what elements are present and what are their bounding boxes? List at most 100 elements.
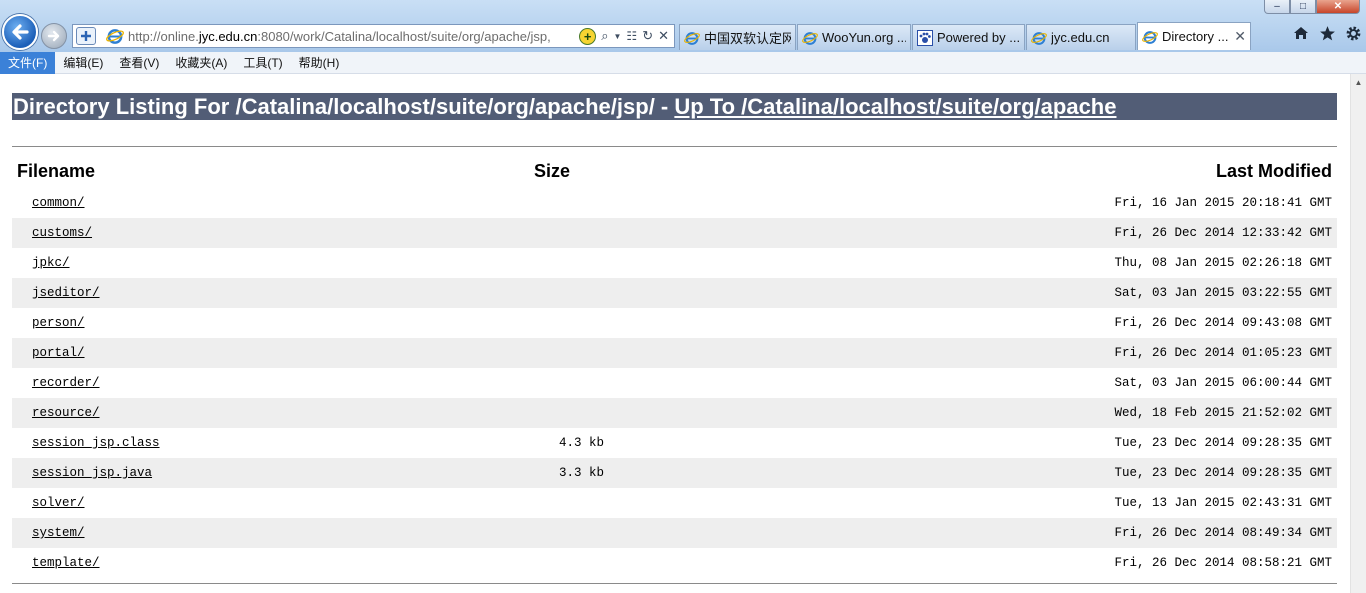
file-link[interactable]: recorder/ — [32, 376, 100, 390]
home-icon[interactable] — [1292, 24, 1310, 42]
file-link[interactable]: session_jsp.java — [32, 466, 152, 480]
last-modified-cell: Fri, 26 Dec 2014 12:33:42 GMT — [758, 218, 1337, 248]
tab-directory[interactable]: Directory ... ✕ — [1137, 22, 1251, 50]
table-row: template/Fri, 26 Dec 2014 08:58:21 GMT — [12, 548, 1337, 578]
tab-label: Directory ... — [1162, 29, 1229, 44]
last-modified-cell: Fri, 26 Dec 2014 08:58:21 GMT — [1114, 556, 1332, 570]
last-modified-cell: Wed, 18 Feb 2015 21:52:02 GMT — [758, 398, 1337, 428]
table-row: solver/Tue, 13 Jan 2015 02:43:31 GMT — [12, 488, 1337, 518]
last-modified-cell: Fri, 26 Dec 2014 09:43:08 GMT — [1114, 316, 1332, 330]
tab-powered-by[interactable]: Powered by ... — [912, 24, 1025, 50]
search-icon[interactable]: ⌕ — [601, 28, 608, 44]
tab-label: Powered by ... — [937, 30, 1020, 45]
plugin-icon[interactable]: + — [579, 27, 597, 45]
table-row: customs/Fri, 26 Dec 2014 12:33:42 GMT — [12, 218, 1337, 248]
size-cell — [512, 548, 759, 578]
column-size: Size — [534, 160, 571, 181]
file-link[interactable]: customs/ — [32, 226, 92, 240]
toolbar-right-icons — [1292, 24, 1362, 42]
divider-top — [12, 146, 1337, 147]
filename-cell: solver/ — [12, 488, 512, 518]
menu-favorites[interactable]: 收藏夹(A) — [167, 52, 235, 74]
up-to-parent-link[interactable]: Up To /Catalina/localhost/suite/org/apac… — [674, 94, 1116, 119]
close-window-button[interactable]: ✕ — [1316, 0, 1360, 14]
menu-help[interactable]: 帮助(H) — [291, 52, 348, 74]
compat-view-icon[interactable]: ☷ — [626, 29, 637, 43]
size-cell — [512, 188, 759, 218]
scroll-up-icon[interactable]: ▲ — [1351, 74, 1366, 90]
file-link[interactable]: jseditor/ — [32, 286, 100, 300]
page-title: Directory Listing For /Catalina/localhos… — [12, 93, 1337, 120]
file-link[interactable]: session_jsp.class — [32, 436, 160, 450]
tab-jyc[interactable]: jyc.edu.cn — [1026, 24, 1136, 50]
file-link[interactable]: portal/ — [32, 346, 85, 360]
size-cell — [512, 488, 759, 518]
size-cell — [512, 368, 759, 398]
forward-button[interactable] — [41, 23, 67, 49]
filename-cell: jpkc/ — [12, 248, 512, 278]
address-bar[interactable]: http://online.jyc.edu.cn:8080/work/Catal… — [72, 24, 675, 48]
tab-strip: 中国双软认定网 WooYun.org ... Powered by ... jy… — [679, 22, 1252, 50]
browser-chrome: – □ ✕ http://online.jyc.edu.cn:8080/work… — [0, 0, 1366, 52]
dropdown-arrow-icon[interactable]: ▼ — [614, 32, 622, 41]
file-link[interactable]: resource/ — [32, 406, 100, 420]
column-filename: Filename — [17, 160, 96, 181]
menu-file[interactable]: 文件(F) — [0, 51, 56, 74]
last-modified-cell: Fri, 16 Jan 2015 20:18:41 GMT — [1114, 196, 1332, 210]
table-row: jpkc/Thu, 08 Jan 2015 02:26:18 GMT — [12, 248, 1337, 278]
table-row: recorder/Sat, 03 Jan 2015 06:00:44 GMT — [12, 368, 1337, 398]
size-cell — [512, 308, 759, 338]
maximize-button[interactable]: □ — [1290, 0, 1316, 14]
filename-cell: template/ — [12, 548, 512, 578]
filename-cell: jseditor/ — [12, 278, 512, 308]
filename-cell: recorder/ — [12, 368, 512, 398]
url-prefix: http://online. — [128, 28, 199, 44]
last-modified-cell: Tue, 23 Dec 2014 09:28:35 GMT — [758, 458, 1337, 488]
last-modified-cell: Tue, 13 Jan 2015 02:43:31 GMT — [1114, 496, 1332, 510]
last-modified-cell: Fri, 26 Dec 2014 08:49:34 GMT — [758, 518, 1337, 548]
vertical-scrollbar[interactable]: ▲ — [1350, 74, 1366, 593]
menu-view[interactable]: 查看(V) — [111, 52, 167, 74]
paw-icon — [917, 29, 933, 46]
filename-cell: portal/ — [12, 338, 512, 368]
ie-icon — [1142, 30, 1158, 44]
file-link[interactable]: jpkc/ — [32, 256, 70, 270]
refresh-icon[interactable]: ↻ — [642, 28, 653, 44]
compatibility-shield-icon[interactable] — [76, 27, 96, 45]
tab-wooyun[interactable]: WooYun.org ... — [797, 24, 911, 50]
page-content: Directory Listing For /Catalina/localhos… — [0, 74, 1350, 593]
window-controls: – □ ✕ — [1264, 0, 1360, 14]
size-cell — [512, 248, 759, 278]
table-row: resource/Wed, 18 Feb 2015 21:52:02 GMT — [12, 398, 1337, 428]
menu-tools[interactable]: 工具(T) — [235, 52, 290, 74]
menu-edit[interactable]: 编辑(E) — [55, 52, 111, 74]
file-link[interactable]: template/ — [32, 556, 100, 570]
tab-shuangruan[interactable]: 中国双软认定网 — [679, 24, 796, 50]
filename-cell: common/ — [12, 188, 512, 218]
divider-bottom — [12, 583, 1337, 584]
size-cell — [512, 518, 759, 548]
filename-cell: system/ — [12, 518, 512, 548]
back-button[interactable] — [2, 14, 38, 50]
address-tools: + ⌕ ▼ ☷ ↻ ✕ — [579, 27, 674, 45]
file-link[interactable]: solver/ — [32, 496, 85, 510]
size-cell — [512, 338, 759, 368]
menu-bar: 文件(F) 编辑(E) 查看(V) 收藏夹(A) 工具(T) 帮助(H) — [0, 51, 1366, 74]
file-link[interactable]: common/ — [32, 196, 85, 210]
file-link[interactable]: system/ — [32, 526, 85, 540]
file-link[interactable]: person/ — [32, 316, 85, 330]
directory-table: Filename Size Last Modified common/Fri, … — [12, 154, 1337, 578]
address-url[interactable]: http://online.jyc.edu.cn:8080/work/Catal… — [128, 29, 558, 44]
minimize-button[interactable]: – — [1264, 0, 1290, 14]
ie-icon — [684, 31, 700, 45]
tab-label: 中国双软认定网 — [704, 31, 791, 46]
filename-cell: resource/ — [12, 398, 512, 428]
last-modified-cell: Sat, 03 Jan 2015 03:22:55 GMT — [758, 278, 1337, 308]
stop-icon[interactable]: ✕ — [658, 28, 669, 44]
gear-icon[interactable] — [1344, 24, 1362, 42]
heading-text: Directory Listing For /Catalina/localhos… — [13, 94, 675, 119]
star-icon[interactable] — [1318, 24, 1336, 42]
tab-close-icon[interactable]: ✕ — [1234, 28, 1246, 45]
table-row: person/Fri, 26 Dec 2014 09:43:08 GMT — [12, 308, 1337, 338]
last-modified-cell: Tue, 23 Dec 2014 09:28:35 GMT — [1114, 436, 1332, 450]
